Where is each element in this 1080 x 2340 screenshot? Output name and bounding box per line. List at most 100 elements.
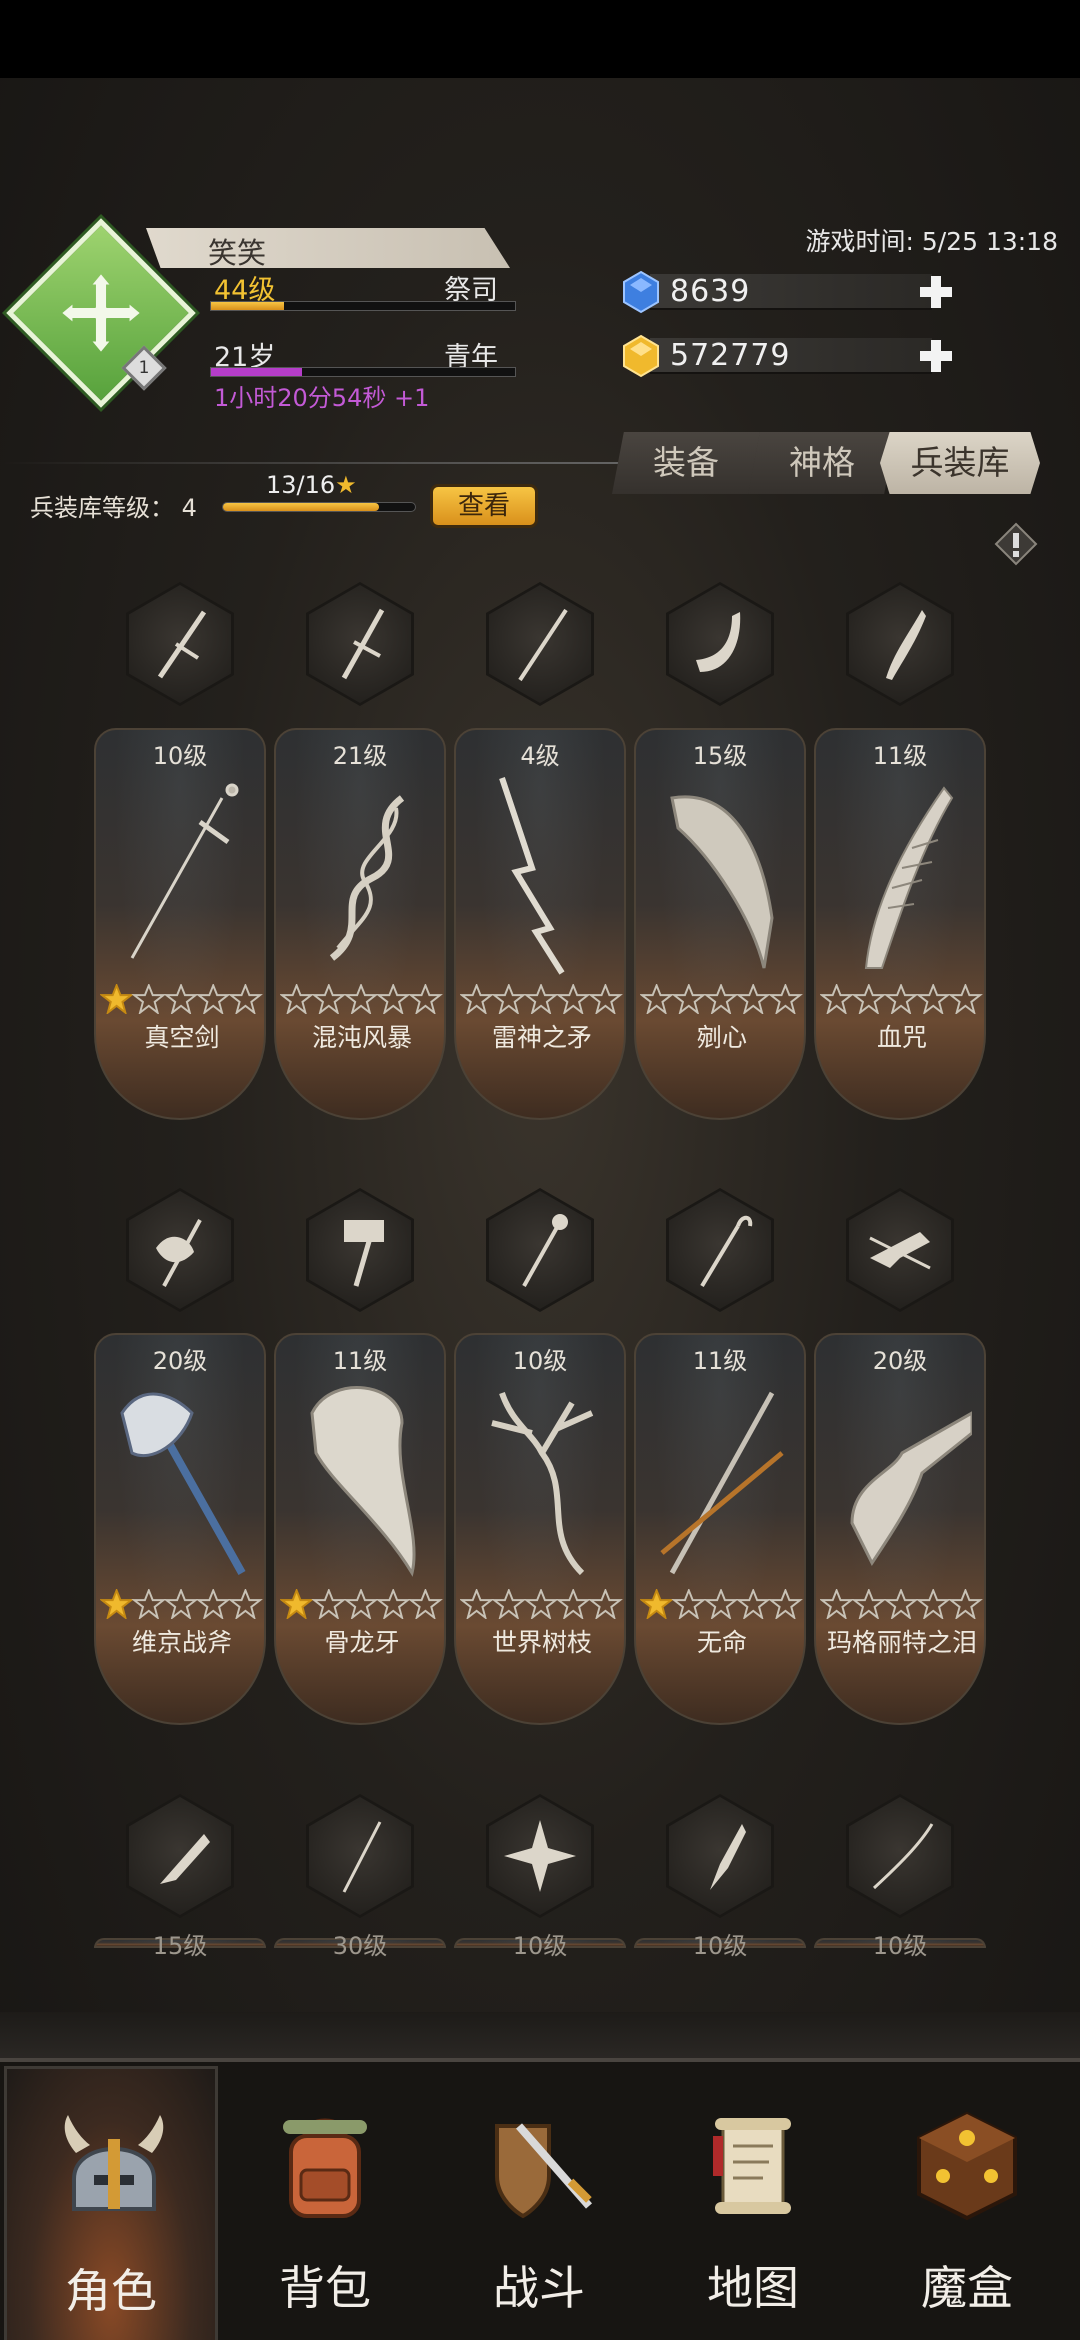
weapon-card[interactable]: 20级 玛格丽特之泪 [814,1333,986,1725]
weapon-card[interactable]: 15级 剜心 [634,728,806,1120]
weapon-card[interactable]: 10级 真空剑 [94,728,266,1120]
star-empty-icon [375,1589,411,1619]
sword-shield-icon [495,2123,593,2219]
tab-equipment[interactable]: 装备 [612,432,760,494]
weapon-card[interactable]: 10级 世界树枝 [454,1333,626,1725]
star-empty-icon [163,1589,199,1619]
weapon-slot-icon[interactable] [846,1188,954,1312]
weapon-level: 30级 [332,1932,388,1960]
weapon-name: 雷神之矛 [491,1023,592,1052]
weapon-slot-icon[interactable] [666,1794,774,1918]
weapon-card[interactable]: 15级 [94,1932,266,1960]
add-gem-button[interactable] [918,272,954,312]
backpack-icon [283,2118,367,2218]
weapon-slot-icon[interactable] [666,582,774,706]
weapon-level: 11级 [692,1347,748,1375]
weapon-name: 维京战斧 [131,1628,232,1657]
star-empty-icon [587,984,623,1014]
weapon-slot-icon[interactable] [126,582,234,706]
tab-divinity[interactable]: 神格 [748,432,896,494]
weapon-level: 4级 [520,742,560,770]
weapon-card[interactable]: 10级 [814,1932,986,1960]
weapon-card[interactable]: 10级 [634,1932,806,1960]
weapon-card[interactable]: 11级 骨龙牙 [274,1333,446,1725]
weapon-name: 玛格丽特之泪 [826,1628,977,1657]
bone-fang-icon [344,1220,384,1287]
weapon-slot-icon[interactable] [126,1188,234,1312]
nav-label: 地图 [707,2261,799,2315]
star-empty-icon [820,984,855,1014]
tab-armory[interactable]: 兵装库 [880,432,1040,494]
weapon-level: 20级 [152,1347,208,1375]
age-progress-fill [211,368,303,376]
weapon-slot-icon[interactable] [846,582,954,706]
sword-icon [157,610,207,679]
weapon-level: 11级 [332,1347,388,1375]
weapon-stars [100,1589,263,1619]
add-gold-button[interactable] [918,336,954,376]
weapon-slot-icon[interactable] [486,1188,594,1312]
weapon-slot-icon[interactable] [846,1794,954,1918]
weapon-card[interactable]: 30级 [274,1932,446,1960]
weapon-name: 混沌风暴 [311,1023,412,1052]
weapon-name: 无命 [696,1628,747,1657]
weapon-card[interactable]: 4级 雷神之矛 [454,728,626,1120]
weapon-level: 10级 [512,1932,568,1960]
weapon-slot-icon[interactable] [486,582,594,706]
star-empty-icon [851,984,887,1014]
flintlock-pistol-icon [869,1232,931,1270]
weapon-name: 世界树枝 [491,1628,592,1657]
twisted-blade-icon [329,795,405,961]
nav-label: 角色 [65,2264,157,2318]
nav-item-0[interactable]: 角色 [4,2066,218,2340]
curved-blade-icon [670,795,774,969]
star-empty-icon [343,984,379,1014]
status-bar [0,0,1080,78]
weapon-card[interactable]: 11级 血咒 [814,728,986,1120]
star-empty-icon [671,1589,707,1619]
weapon-slot-icon[interactable] [306,582,414,706]
star-empty-icon [523,1589,559,1619]
weapon-slot-icon[interactable] [666,1188,774,1312]
weapon-slot-icon[interactable] [486,1794,594,1918]
weapon-slot-icon[interactable] [126,1794,234,1918]
star-empty-icon [735,984,771,1014]
star-empty-icon [280,984,315,1014]
armory-progress-bar [222,502,416,512]
weapon-stars [100,984,263,1014]
weapon-card[interactable]: 21级 混沌风暴 [274,728,446,1120]
star-empty-icon [767,1589,803,1619]
star-empty-icon [555,984,591,1014]
lightning-spear-icon [499,777,565,975]
twisted-blade-icon [341,608,385,680]
star-filled-icon [280,1589,315,1619]
star-icon: ★ [335,471,357,499]
nav-item-4[interactable]: 魔盒 [860,2066,1074,2340]
weapon-stars [820,1589,983,1619]
weapon-level: 10级 [152,742,208,770]
weapon-slot-icon[interactable] [306,1188,414,1312]
weapon-level: 11级 [872,742,928,770]
view-button[interactable]: 查看 [430,484,538,528]
star-empty-icon [163,984,199,1014]
weapon-card[interactable]: 10级 [454,1932,626,1960]
nav-item-1[interactable]: 背包 [218,2066,432,2340]
scroll-map-icon [713,2118,791,2214]
star-empty-icon [375,984,411,1014]
star-empty-icon [703,984,739,1014]
weapon-card[interactable]: 20级 维京战斧 [94,1333,266,1725]
weapon-level: 10级 [512,1347,568,1375]
nav-item-2[interactable]: 战斗 [432,2066,646,2340]
weapon-level: 10级 [692,1932,748,1960]
info-icon[interactable] [994,522,1038,566]
weapon-stars [640,984,803,1014]
weapon-card[interactable]: 11级 无命 [634,1333,806,1725]
level-progress-bar [210,301,516,311]
battle-axe-icon [120,1392,246,1575]
cane-sword-icon [660,1391,784,1575]
weapon-name: 血咒 [876,1023,927,1052]
nav-item-3[interactable]: 地图 [646,2066,860,2340]
weapon-slot-icon[interactable] [306,1794,414,1918]
player-name: 笑笑 [208,236,267,270]
star-empty-icon [703,1589,739,1619]
